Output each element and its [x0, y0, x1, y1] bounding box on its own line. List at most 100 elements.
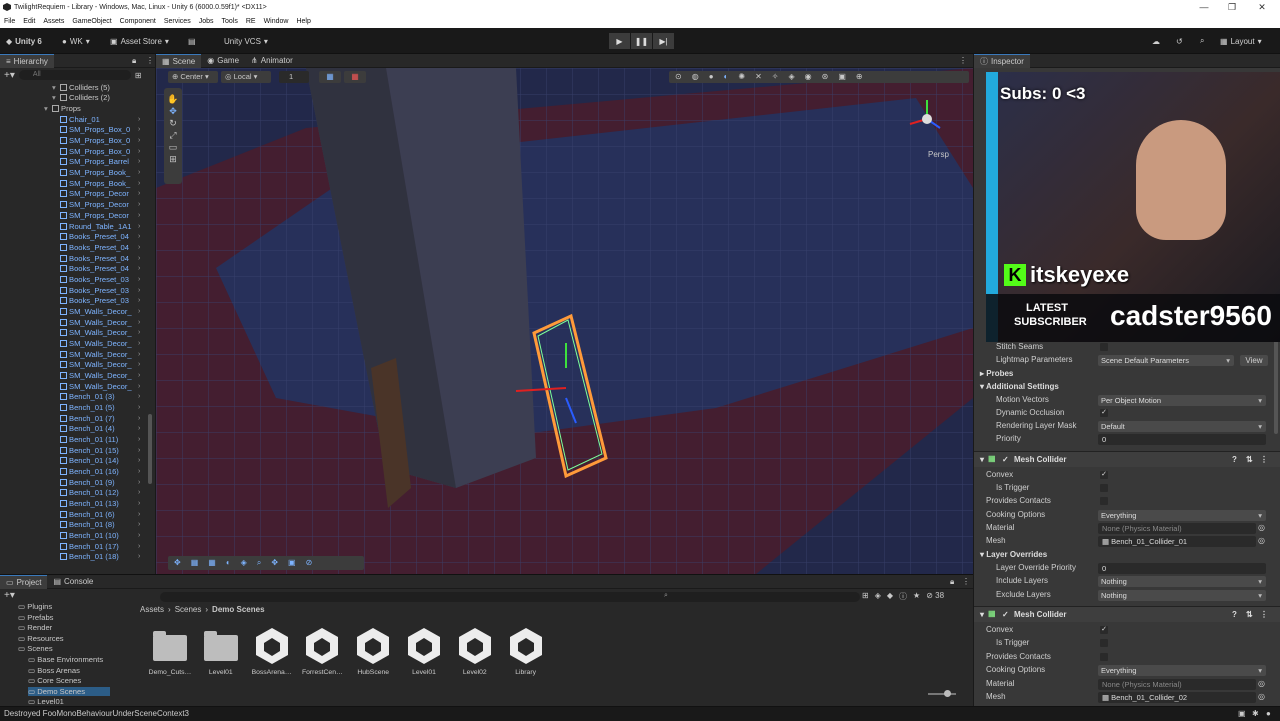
- chevron-right-icon[interactable]: ›: [138, 447, 140, 454]
- hierarchy-row[interactable]: SM_Walls_Decor_ ›: [60, 349, 140, 360]
- eye-icon[interactable]: ◉: [805, 71, 812, 83]
- chevron-right-icon[interactable]: ›: [138, 297, 140, 304]
- asset-item[interactable]: Demo_Cuts…: [144, 626, 196, 686]
- transform-tool-icon[interactable]: ⊞: [169, 154, 177, 165]
- breadcrumb-demo-scenes[interactable]: Demo Scenes: [212, 605, 264, 614]
- lightmap-view-button[interactable]: View: [1240, 355, 1268, 366]
- chevron-right-icon[interactable]: ›: [138, 169, 140, 176]
- chevron-right-icon[interactable]: ›: [138, 340, 140, 347]
- chevron-right-icon[interactable]: ›: [138, 201, 140, 208]
- hierarchy-row[interactable]: Bench_01 (10) ›: [60, 530, 140, 541]
- hierarchy-row[interactable]: Bench_01 (12) ›: [60, 487, 140, 498]
- hierarchy-row[interactable]: SM_Walls_Decor_ ›: [60, 317, 140, 328]
- audio-mute-icon[interactable]: ✕: [755, 71, 762, 83]
- menu-jobs[interactable]: Jobs: [199, 18, 214, 25]
- add-icon[interactable]: +▾: [4, 70, 15, 81]
- overlay-move-icon[interactable]: ✥: [174, 556, 181, 570]
- chevron-right-icon[interactable]: ›: [138, 425, 140, 432]
- asset-item[interactable]: BossArena…: [246, 626, 298, 686]
- account-dropdown[interactable]: ● WK ▾: [62, 34, 90, 48]
- hierarchy-row[interactable]: Bench_01 (8) ›: [60, 519, 140, 530]
- mesh-field[interactable]: ▦ Bench_01_Collider_02: [1098, 692, 1256, 703]
- component-enabled-checkbox[interactable]: ✓: [1002, 610, 1009, 619]
- chevron-down-icon[interactable]: ▾: [44, 104, 48, 113]
- chevron-right-icon[interactable]: ›: [138, 489, 140, 496]
- history-icon[interactable]: ↺: [1176, 34, 1183, 48]
- component-menu-icon[interactable]: ⋮: [1260, 455, 1268, 464]
- filter-label-icon[interactable]: ◈: [875, 591, 881, 602]
- hierarchy-row[interactable]: SM_Walls_Decor_ ›: [60, 338, 140, 349]
- camera-settings-icon[interactable]: ▣: [838, 71, 846, 83]
- hierarchy-row[interactable]: Bench_01 (7) ›: [60, 413, 140, 424]
- lighting-icon[interactable]: ✺: [738, 71, 745, 83]
- play-button[interactable]: ▶: [609, 33, 630, 49]
- hierarchy-row[interactable]: SM_Props_Book_ ›: [60, 178, 140, 189]
- project-tree-item[interactable]: ▭ Plugins: [18, 602, 52, 611]
- chevron-right-icon[interactable]: ›: [138, 233, 140, 240]
- layout-dropdown[interactable]: ▦ Layout ▾: [1220, 34, 1262, 48]
- chevron-right-icon[interactable]: ›: [138, 372, 140, 379]
- object-picker-icon[interactable]: ◎: [1258, 679, 1265, 688]
- hierarchy-row[interactable]: Books_Preset_04 ›: [60, 263, 140, 274]
- menu-services[interactable]: Services: [164, 18, 191, 25]
- mesh-collider-header-2[interactable]: ▾ ▦ ✓ Mesh Collider ? ⇅ ⋮: [974, 606, 1280, 622]
- stitch-seams-checkbox[interactable]: [1100, 343, 1108, 351]
- overlay-grid-icon[interactable]: ▦: [191, 556, 199, 570]
- increment-snap-icon[interactable]: ▦: [344, 71, 366, 83]
- tab-game[interactable]: ◉ Game: [201, 54, 245, 68]
- hierarchy-row[interactable]: SM_Walls_Decor_ ›: [60, 327, 140, 338]
- hierarchy-scrollbar[interactable]: [148, 414, 152, 484]
- rendering-layer-mask-dropdown[interactable]: Default: [1098, 421, 1266, 432]
- chevron-right-icon[interactable]: ›: [138, 158, 140, 165]
- scene-filter-icon[interactable]: ⊞: [135, 71, 142, 80]
- hierarchy-row[interactable]: Colliders (5) ▾: [52, 82, 110, 93]
- pause-button[interactable]: ❚❚: [631, 33, 652, 49]
- chevron-down-icon[interactable]: ▾: [52, 83, 56, 92]
- zoom-slider-handle[interactable]: [944, 690, 951, 697]
- chevron-right-icon[interactable]: ›: [138, 223, 140, 230]
- chevron-right-icon[interactable]: ›: [138, 457, 140, 464]
- hierarchy-row[interactable]: Bench_01 (9) ›: [60, 477, 140, 488]
- help-icon[interactable]: ?: [1232, 455, 1237, 464]
- pivot-dropdown[interactable]: ⊕ Center ▾: [168, 71, 218, 83]
- project-tree-item[interactable]: ▭ Base Environments: [28, 655, 103, 664]
- unity-account-button[interactable]: ◆ Unity 6: [6, 34, 42, 48]
- project-search-input[interactable]: ⌕: [160, 592, 860, 602]
- chevron-down-icon[interactable]: ▾: [52, 93, 56, 102]
- motion-vectors-dropdown[interactable]: Per Object Motion: [1098, 395, 1266, 406]
- chevron-right-icon[interactable]: ›: [138, 287, 140, 294]
- chevron-right-icon[interactable]: ›: [138, 190, 140, 197]
- chevron-right-icon[interactable]: ›: [138, 511, 140, 518]
- hierarchy-row[interactable]: Bench_01 (4) ›: [60, 423, 140, 434]
- menu-assets[interactable]: Assets: [43, 18, 64, 25]
- camera-icon[interactable]: ⊙: [675, 71, 682, 83]
- chevron-right-icon[interactable]: ›: [138, 255, 140, 262]
- package-icon[interactable]: ▤: [188, 34, 196, 48]
- kebab-menu-icon[interactable]: ⋮: [962, 577, 970, 586]
- hierarchy-row[interactable]: Bench_01 (17) ›: [60, 541, 140, 552]
- hierarchy-row[interactable]: Bench_01 (14) ›: [60, 455, 140, 466]
- tab-scene[interactable]: ▦ Scene: [156, 54, 202, 68]
- menu-file[interactable]: File: [4, 18, 15, 25]
- help-icon[interactable]: ?: [1232, 610, 1237, 619]
- menu-gameobject[interactable]: GameObject: [72, 18, 111, 25]
- hierarchy-row[interactable]: SM_Props_Box_0 ›: [60, 135, 140, 146]
- cooking-options-dropdown[interactable]: Everything: [1098, 510, 1266, 521]
- orientation-gizmo[interactable]: [902, 94, 952, 144]
- search-icon[interactable]: ⌕: [1200, 34, 1204, 48]
- vcs-dropdown[interactable]: Unity VCS ▾: [224, 34, 268, 48]
- chevron-right-icon[interactable]: ›: [138, 436, 140, 443]
- chevron-right-icon[interactable]: ›: [138, 180, 140, 187]
- hierarchy-row[interactable]: Bench_01 (16) ›: [60, 466, 140, 477]
- hand-tool-icon[interactable]: ✋: [167, 94, 178, 105]
- info-icon[interactable]: ⓘ: [899, 591, 907, 602]
- preset-icon[interactable]: ⇅: [1246, 455, 1253, 464]
- chevron-right-icon[interactable]: ›: [138, 116, 140, 123]
- chevron-right-icon[interactable]: ›: [138, 532, 140, 539]
- convex-checkbox[interactable]: ✓: [1100, 626, 1108, 634]
- hierarchy-row[interactable]: SM_Walls_Decor_ ›: [60, 381, 140, 392]
- asset-item[interactable]: Level02: [449, 626, 501, 686]
- hierarchy-row[interactable]: Bench_01 (6) ›: [60, 509, 140, 520]
- rotate-tool-icon[interactable]: ↻: [169, 118, 177, 129]
- minimize-button[interactable]: —: [1190, 0, 1218, 14]
